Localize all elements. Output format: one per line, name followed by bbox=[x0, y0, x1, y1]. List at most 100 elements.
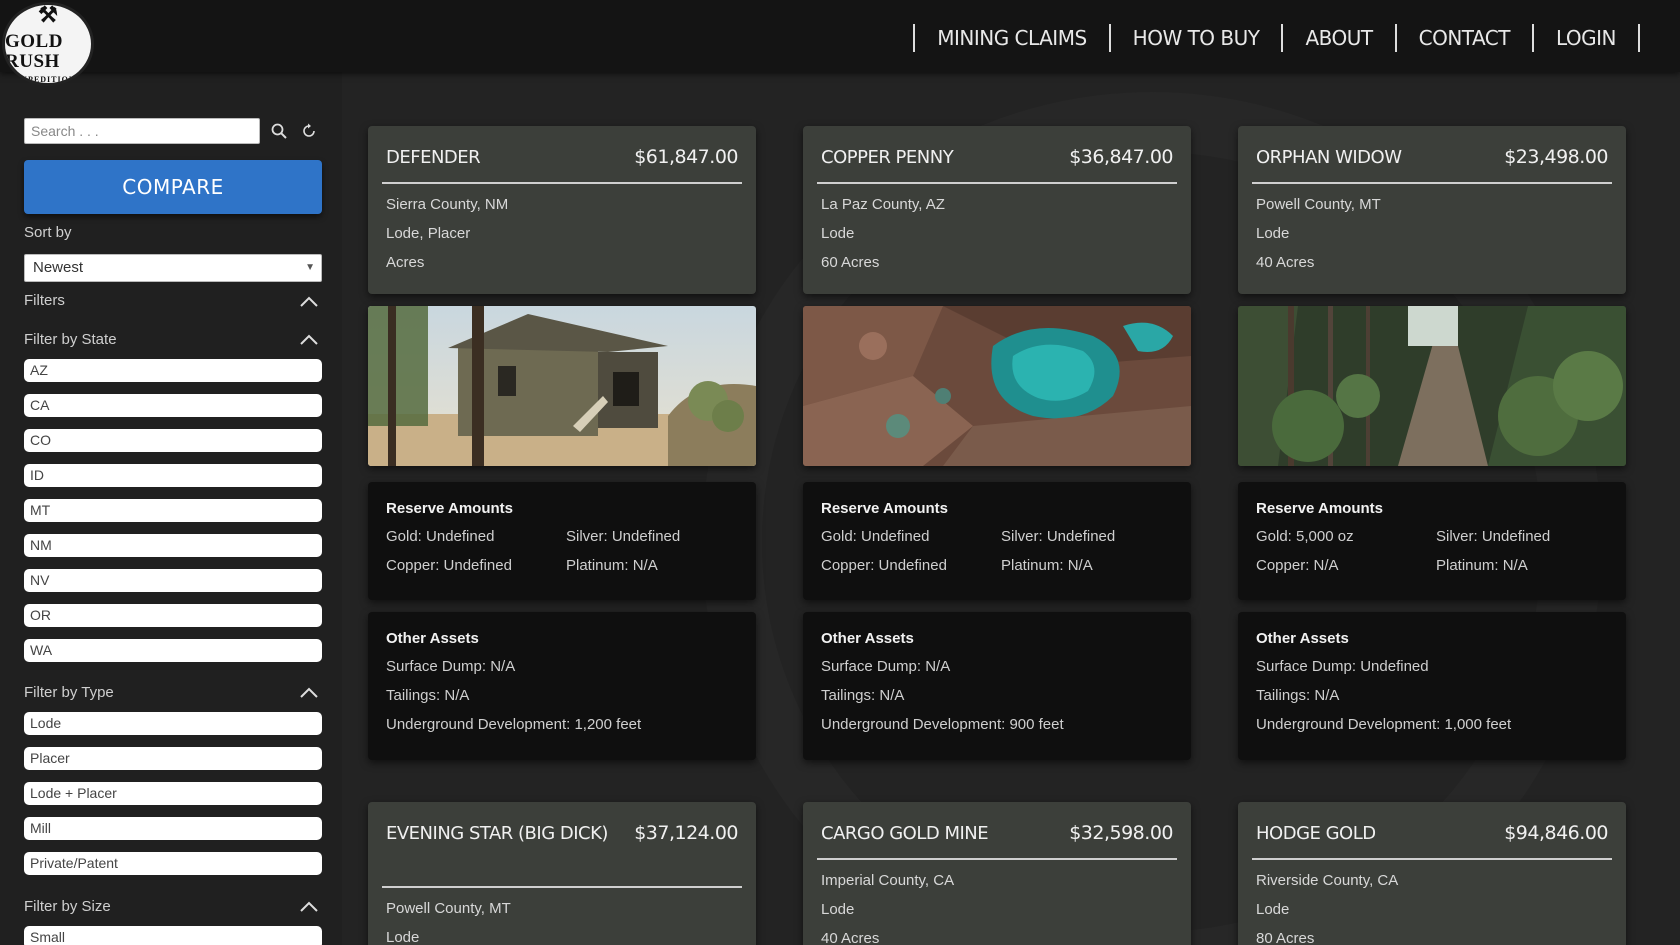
state-filter-or[interactable]: OR bbox=[24, 604, 322, 627]
size-filter-small[interactable]: Small bbox=[24, 926, 322, 945]
listing-header[interactable]: DEFENDER $61,847.00 Sierra County, NM Lo… bbox=[368, 126, 756, 294]
copper-reserve: Copper: N/A bbox=[1256, 557, 1339, 574]
state-filter-co[interactable]: CO bbox=[24, 429, 322, 452]
listing-price: $32,598.00 bbox=[1069, 822, 1173, 844]
chevron-up-icon[interactable] bbox=[298, 332, 320, 348]
nav-divider bbox=[1281, 24, 1284, 52]
listing-header[interactable]: EVENING STAR (BIG DICK) $37,124.00 Powel… bbox=[368, 802, 756, 945]
gold-rush-logo[interactable]: ⚒ GOLD RUSH EXPEDITIONS bbox=[2, 2, 94, 86]
search-input[interactable] bbox=[24, 118, 260, 144]
listings-grid: DEFENDER $61,847.00 Sierra County, NM Lo… bbox=[342, 72, 1680, 945]
main-nav: MINING CLAIMS HOW TO BUY ABOUT CONTACT L… bbox=[891, 22, 1662, 54]
nav-divider bbox=[1531, 24, 1534, 52]
divider bbox=[817, 182, 1177, 184]
platinum-reserve: Platinum: N/A bbox=[1001, 557, 1093, 574]
chevron-up-icon[interactable] bbox=[298, 899, 320, 915]
reserve-amounts-heading: Reserve Amounts bbox=[386, 500, 513, 517]
underground-development: Underground Development: 900 feet bbox=[821, 716, 1064, 733]
other-assets-heading: Other Assets bbox=[1256, 630, 1349, 647]
state-filter-ca[interactable]: CA bbox=[24, 394, 322, 417]
forest-trail-photo bbox=[1238, 306, 1626, 466]
state-filter-mt[interactable]: MT bbox=[24, 499, 322, 522]
listing-type: Lode bbox=[1256, 901, 1290, 918]
other-assets-panel: Other Assets Surface Dump: N/A Tailings:… bbox=[803, 612, 1191, 760]
silver-reserve: Silver: Undefined bbox=[1436, 528, 1551, 545]
state-filter-nm[interactable]: NM bbox=[24, 534, 322, 557]
compare-button[interactable]: COMPARE bbox=[24, 160, 322, 214]
listing-type: Lode bbox=[1256, 225, 1290, 242]
silver-reserve: Silver: Undefined bbox=[1001, 528, 1116, 545]
chevron-up-icon[interactable] bbox=[298, 685, 320, 701]
nav-divider bbox=[1638, 24, 1640, 52]
listing-header[interactable]: COPPER PENNY $36,847.00 La Paz County, A… bbox=[803, 126, 1191, 294]
gold-reserve: Gold: Undefined bbox=[821, 528, 930, 545]
sort-select[interactable]: Newest ▼ bbox=[24, 254, 322, 282]
tailings: Tailings: N/A bbox=[386, 687, 470, 704]
state-filter-wa[interactable]: WA bbox=[24, 639, 322, 662]
state-filter-id[interactable]: ID bbox=[24, 464, 322, 487]
sort-by-label: Sort by bbox=[24, 224, 72, 241]
listing-photo[interactable] bbox=[1238, 306, 1626, 466]
type-filter-placer[interactable]: Placer bbox=[24, 747, 322, 770]
chevron-up-icon[interactable] bbox=[298, 294, 320, 310]
reserve-amounts-panel: Reserve Amounts Gold: Undefined Silver: … bbox=[368, 482, 756, 600]
listing-acres: 60 Acres bbox=[821, 254, 880, 271]
nav-login[interactable]: LOGIN bbox=[1556, 26, 1617, 50]
nav-divider bbox=[913, 24, 916, 52]
reserve-amounts-panel: Reserve Amounts Gold: 5,000 oz Silver: U… bbox=[1238, 482, 1626, 600]
nav-about[interactable]: ABOUT bbox=[1305, 26, 1373, 50]
pickaxe-icon: ⚒ bbox=[38, 2, 58, 27]
listing-type: Lode bbox=[386, 929, 420, 945]
listing-type: Lode bbox=[821, 901, 855, 918]
search-bar bbox=[24, 118, 320, 144]
silver-reserve: Silver: Undefined bbox=[566, 528, 681, 545]
gold-reserve: Gold: 5,000 oz bbox=[1256, 528, 1354, 545]
listing-title: DEFENDER bbox=[386, 147, 481, 168]
filter-by-state-label: Filter by State bbox=[24, 331, 117, 348]
nav-how-to-buy[interactable]: HOW TO BUY bbox=[1133, 26, 1260, 50]
nav-contact[interactable]: CONTACT bbox=[1419, 26, 1511, 50]
listing-price: $37,124.00 bbox=[634, 822, 738, 844]
gold-reserve: Gold: Undefined bbox=[386, 528, 495, 545]
type-filter-mill[interactable]: Mill bbox=[24, 817, 322, 840]
nav-mining-claims[interactable]: MINING CLAIMS bbox=[937, 26, 1087, 50]
copper-ore-photo bbox=[803, 306, 1191, 466]
listing-title: COPPER PENNY bbox=[821, 147, 954, 168]
other-assets-heading: Other Assets bbox=[821, 630, 914, 647]
reserve-amounts-heading: Reserve Amounts bbox=[821, 500, 948, 517]
listing-price: $36,847.00 bbox=[1069, 146, 1173, 168]
underground-development: Underground Development: 1,000 feet bbox=[1256, 716, 1512, 733]
reserve-amounts-heading: Reserve Amounts bbox=[1256, 500, 1383, 517]
platinum-reserve: Platinum: N/A bbox=[566, 557, 658, 574]
nav-divider bbox=[1394, 24, 1397, 52]
reset-icon[interactable] bbox=[298, 120, 320, 142]
type-filter-private-patent[interactable]: Private/Patent bbox=[24, 852, 322, 875]
surface-dump: Surface Dump: N/A bbox=[821, 658, 951, 675]
filter-by-type-label: Filter by Type bbox=[24, 684, 114, 701]
state-filter-nv[interactable]: NV bbox=[24, 569, 322, 592]
listing-header[interactable]: CARGO GOLD MINE $32,598.00 Imperial Coun… bbox=[803, 802, 1191, 945]
state-filter-az[interactable]: AZ bbox=[24, 359, 322, 382]
search-icon[interactable] bbox=[268, 120, 290, 142]
surface-dump: Surface Dump: Undefined bbox=[1256, 658, 1429, 675]
type-filter-lode[interactable]: Lode bbox=[24, 712, 322, 735]
listing-photo[interactable] bbox=[803, 306, 1191, 466]
divider bbox=[382, 182, 742, 184]
underground-development: Underground Development: 1,200 feet bbox=[386, 716, 642, 733]
other-assets-panel: Other Assets Surface Dump: Undefined Tai… bbox=[1238, 612, 1626, 760]
platinum-reserve: Platinum: N/A bbox=[1436, 557, 1528, 574]
listing-header[interactable]: ORPHAN WIDOW $23,498.00 Powell County, M… bbox=[1238, 126, 1626, 294]
other-assets-heading: Other Assets bbox=[386, 630, 479, 647]
listing-acres: Acres bbox=[386, 254, 425, 271]
cabin-photo bbox=[368, 306, 756, 466]
listing-type: Lode, Placer bbox=[386, 225, 471, 242]
listing-photo[interactable] bbox=[368, 306, 756, 466]
listing-county: Imperial County, CA bbox=[821, 872, 955, 889]
listing-price: $61,847.00 bbox=[634, 146, 738, 168]
filter-by-size-label: Filter by Size bbox=[24, 898, 111, 915]
divider bbox=[1252, 858, 1612, 860]
listing-header[interactable]: HODGE GOLD $94,846.00 Riverside County, … bbox=[1238, 802, 1626, 945]
other-assets-panel: Other Assets Surface Dump: N/A Tailings:… bbox=[368, 612, 756, 760]
type-filter-lode-placer[interactable]: Lode + Placer bbox=[24, 782, 322, 805]
divider bbox=[382, 886, 742, 888]
